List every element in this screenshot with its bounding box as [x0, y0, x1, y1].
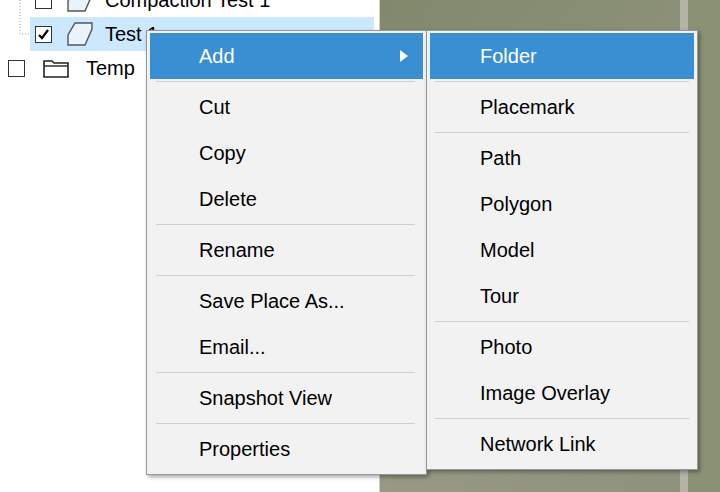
checkbox[interactable]: [35, 0, 52, 9]
menu-item[interactable]: Add: [150, 33, 423, 79]
menu-item[interactable]: Placemark: [430, 84, 694, 130]
checkbox[interactable]: [8, 60, 25, 77]
polygon-icon: [65, 21, 95, 47]
app: Compaction Test 1Test 1TempAddCutCopyDel…: [0, 0, 720, 492]
menu-item[interactable]: Folder: [430, 33, 694, 79]
menu-item[interactable]: Path: [430, 135, 694, 181]
menu-item[interactable]: Image Overlay: [430, 370, 694, 416]
menu-item[interactable]: Rename: [150, 227, 423, 273]
menu-separator: [435, 81, 689, 82]
menu-separator: [435, 418, 689, 419]
check-icon: [37, 28, 50, 41]
tree-label[interactable]: Compaction Test 1: [105, 0, 270, 10]
menu-separator: [156, 275, 415, 276]
polygon-icon: [65, 0, 95, 13]
menu-item[interactable]: Network Link: [430, 421, 694, 467]
menu-item[interactable]: Email...: [150, 324, 423, 370]
menu-item[interactable]: Polygon: [430, 181, 694, 227]
checkbox[interactable]: [35, 26, 52, 43]
folder-icon: [43, 58, 69, 78]
menu-separator: [156, 423, 415, 424]
menu-separator: [435, 132, 689, 133]
context-menu: Add CutCopyDelete Rename Save Place As...Em…: [146, 30, 427, 475]
menu-item[interactable]: Model: [430, 227, 694, 273]
submenu-arrow-icon: [399, 49, 409, 63]
menu-item[interactable]: Copy: [150, 130, 423, 176]
menu-item[interactable]: Properties: [150, 426, 423, 472]
menu-separator: [156, 224, 415, 225]
menu-separator: [156, 81, 415, 82]
menu-separator: [156, 372, 415, 373]
tree-label[interactable]: Temp: [86, 58, 135, 78]
menu-item[interactable]: Delete: [150, 176, 423, 222]
tree-row[interactable]: Compaction Test 1: [0, 0, 379, 17]
menu-item[interactable]: Photo: [430, 324, 694, 370]
menu-item[interactable]: Cut: [150, 84, 423, 130]
menu-item[interactable]: Snapshot View: [150, 375, 423, 421]
menu-item[interactable]: Save Place As...: [150, 278, 423, 324]
submenu: Folder Placemark PathPolygonModelTour Photo…: [426, 30, 698, 470]
menu-item[interactable]: Tour: [430, 273, 694, 319]
menu-separator: [435, 321, 689, 322]
